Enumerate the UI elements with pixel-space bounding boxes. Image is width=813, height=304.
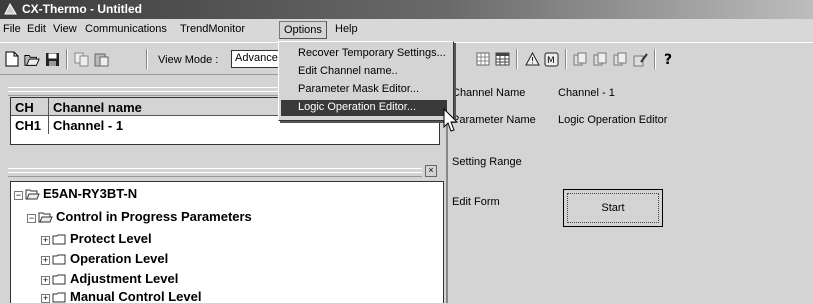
folder-icon (52, 292, 66, 303)
toolbar-separator (516, 49, 518, 69)
setting-range-label: Setting Range (452, 156, 522, 168)
menu-options[interactable]: Options (279, 21, 327, 39)
tree-item-adjustment-level[interactable]: Adjustment Level (70, 271, 178, 286)
menu-trendmonitor[interactable]: TrendMonitor (180, 23, 245, 35)
open-folder-icon (25, 189, 40, 200)
paste-icon[interactable] (94, 51, 110, 67)
svg-text:?: ? (664, 52, 672, 67)
title-bar: CX-Thermo - Untitled (0, 0, 813, 19)
menu-item-edit-channel-name[interactable]: Edit Channel name.. (281, 64, 447, 80)
close-icon[interactable]: × (425, 165, 437, 177)
menu-communications[interactable]: Communications (85, 23, 167, 35)
window-title: CX-Thermo - Untitled (22, 2, 142, 16)
doc1-icon[interactable] (572, 51, 588, 67)
grid-icon[interactable] (475, 51, 491, 67)
menu-view[interactable]: View (53, 23, 77, 35)
toolbar-separator (654, 49, 656, 69)
help-icon[interactable]: ? (661, 51, 677, 67)
warning-icon[interactable] (524, 51, 540, 67)
folder-icon (52, 274, 66, 285)
channel-name-value: Channel - 1 (558, 87, 615, 99)
menu-edit[interactable]: Edit (27, 23, 46, 35)
toolbar-separator (66, 49, 68, 69)
edit-form-label: Edit Form (452, 196, 500, 208)
new-icon[interactable] (4, 51, 20, 67)
copy-icon[interactable] (74, 51, 90, 67)
tree-item-manual-control-level[interactable]: Manual Control Level (70, 289, 201, 304)
mouse-cursor-icon (443, 108, 459, 132)
expand-icon[interactable]: + (41, 294, 50, 303)
save-icon[interactable] (44, 51, 60, 67)
toolbar-separator (565, 49, 567, 69)
channel-cell-ch[interactable]: CH1 (11, 116, 49, 134)
tag-icon[interactable]: M (543, 51, 559, 67)
menu-item-parameter-mask-editor[interactable]: Parameter Mask Editor... (281, 82, 447, 98)
expand-icon[interactable]: + (41, 276, 50, 285)
channel-name-label: Channel Name (452, 87, 526, 99)
collapse-icon[interactable]: − (14, 191, 23, 200)
tree-item-operation-level[interactable]: Operation Level (70, 251, 168, 266)
start-button-label: Start (567, 193, 659, 223)
menu-item-logic-operation-editor[interactable]: Logic Operation Editor... (281, 100, 447, 116)
expand-icon[interactable]: + (41, 236, 50, 245)
app-icon (4, 3, 17, 15)
folder-icon (52, 234, 66, 245)
menu-item-recover-temporary-settings[interactable]: Recover Temporary Settings... (281, 46, 447, 62)
folder-icon (52, 254, 66, 265)
doc3-icon[interactable] (612, 51, 628, 67)
table-icon[interactable] (494, 51, 510, 67)
tree-item-device[interactable]: E5AN-RY3BT-N (43, 186, 137, 201)
collapse-icon[interactable]: − (27, 214, 36, 223)
column-header-ch[interactable]: CH (11, 98, 49, 116)
property-pane: Channel Name Channel - 1 Parameter Name … (446, 74, 813, 303)
start-button[interactable]: Start (563, 189, 663, 227)
open-folder-icon (38, 212, 53, 223)
parameter-name-value: Logic Operation Editor (558, 114, 668, 126)
menu-bar: File Edit View Communications TrendMonit… (0, 19, 813, 41)
parameter-name-label: Parameter Name (452, 114, 536, 126)
toolbar-separator (146, 49, 148, 69)
options-menu: Recover Temporary Settings... Edit Chann… (278, 41, 454, 121)
parameter-tree: − E5AN-RY3BT-N − Control in Progress Par… (10, 181, 444, 304)
open-icon[interactable] (24, 51, 40, 67)
view-mode-label: View Mode : (158, 54, 219, 66)
doc-edit-icon[interactable] (632, 51, 648, 67)
pane-splitter[interactable]: × (8, 160, 444, 178)
svg-text:M: M (547, 56, 555, 66)
menu-file[interactable]: File (3, 23, 21, 35)
tree-item-protect-level[interactable]: Protect Level (70, 231, 152, 246)
pane-grip[interactable] (8, 172, 422, 177)
expand-icon[interactable]: + (41, 256, 50, 265)
doc2-icon[interactable] (592, 51, 608, 67)
menu-help[interactable]: Help (335, 23, 358, 35)
tree-item-group[interactable]: Control in Progress Parameters (56, 209, 252, 224)
